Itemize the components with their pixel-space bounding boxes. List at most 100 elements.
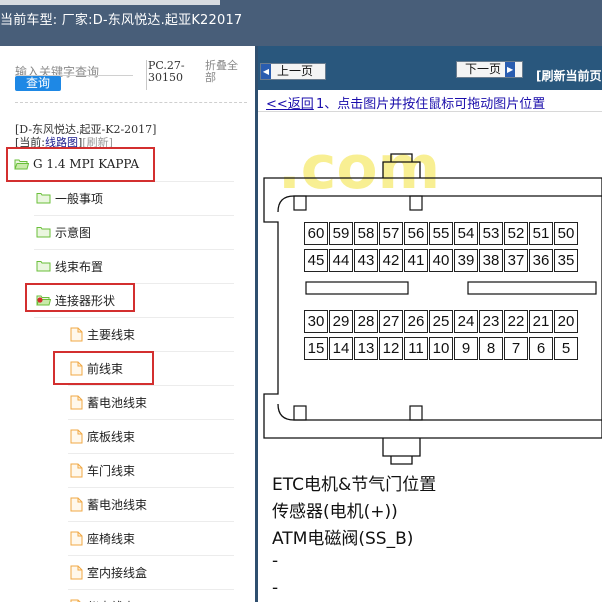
bottom-latch-tab [390,456,413,465]
pin-cell: 54 [454,222,478,245]
pin-cell: 42 [379,249,403,272]
document-icon [70,429,83,444]
lower-middle-key [409,405,423,421]
refresh-current-page-link[interactable]: [刷新当前页 [536,67,602,84]
pin-description-line: - [272,551,279,571]
tree-row-separator [68,521,234,522]
pin-cell: 40 [429,249,453,272]
highlight-box-front-harness [53,351,154,385]
tree-item-label: 线束布置 [55,259,104,274]
collapse-all-link[interactable]: 折叠全部 [205,60,245,84]
pin-cell: 26 [404,310,428,333]
current-model-title: 当前车型: 厂家:D-东风悦达.起亚K22017 [0,13,243,28]
drag-hint: 1、点击图片并按住鼠标可拖动图片位置 [316,97,546,112]
pin-cell: 50 [554,222,578,245]
tree-item-label: 室内接线盒 [87,565,148,580]
folder-icon [36,260,51,272]
pin-cell: 20 [554,310,578,333]
highlight-box-engine [6,147,155,182]
pin-description-line: 传感器(电机(+)) [272,502,398,522]
prev-page-button[interactable]: ◀ 上一页 [260,63,326,80]
tree-item-label: 蓄电池线束 [87,497,148,512]
pin-cell: 38 [479,249,503,272]
left-navigation-panel: 输入关键字查询 查询 PC.27-30150 折叠全部 [D-东风悦达.起亚-K… [0,46,255,602]
pin-cell: 27 [379,310,403,333]
tree-item-label: 示意图 [55,225,92,240]
pin-cell: 24 [454,310,478,333]
housing-inner-bottom [277,403,602,421]
tree-item[interactable]: 主要线束 [70,322,135,346]
document-icon [70,463,83,478]
dashed-divider [15,102,247,103]
pin-cell: 30 [304,310,328,333]
pin-cell: 57 [379,222,403,245]
tree-item[interactable]: 仪表线束 [70,594,135,602]
pin-cell: 44 [329,249,353,272]
diagram-viewer-panel: ◀ 上一页 下一页 ▶ [刷新当前页 <<返回 1、点击图片并按住鼠标可拖动图片… [258,46,602,602]
info-bar: <<返回 1、点击图片并按住鼠标可拖动图片位置 [258,90,602,112]
document-icon [70,395,83,410]
back-link[interactable]: <<返回 [266,93,314,112]
pin-cell: 39 [454,249,478,272]
folder-icon [36,226,51,238]
tree-item[interactable]: 一般事项 [36,186,103,210]
pin-cell: 43 [354,249,378,272]
tree-item[interactable]: 线束布置 [36,254,103,278]
tree-item[interactable]: 示意图 [36,220,91,244]
pin-cell: 28 [354,310,378,333]
pin-cell: 15 [304,337,328,360]
pin-cell: 11 [404,337,428,360]
pin-description-line: ETC电机&节气门位置 [272,475,437,495]
pin-cell: 14 [329,337,353,360]
pin-cell: 12 [379,337,403,360]
tree-row-separator [68,385,234,386]
next-page-button[interactable]: 下一页 ▶ [456,61,523,78]
pin-cell: 35 [554,249,578,272]
next-page-label: 下一页 [465,62,502,76]
pin-cell: 5 [554,337,578,360]
tree-item[interactable]: 座椅线束 [70,526,135,550]
tree-row-separator [68,487,234,488]
document-icon [70,531,83,546]
header-highlight-strip [0,0,220,5]
pin-cell: 7 [504,337,528,360]
separator-bar-right [467,281,597,295]
tree-item[interactable]: 蓄电池线束 [70,492,147,516]
tree-item-label: 车门线束 [87,463,136,478]
tree-row-separator [68,419,234,420]
pin-cell: 59 [329,222,353,245]
tree-item[interactable]: 车门线束 [70,458,135,482]
pin-cell: 13 [354,337,378,360]
pin-cell: 21 [529,310,553,333]
pin-cell: 9 [454,337,478,360]
document-icon [70,565,83,580]
pin-cell: 8 [479,337,503,360]
pin-cell: 41 [404,249,428,272]
pin-cell: 6 [529,337,553,360]
pin-description-line: ATM电磁阀(SS_B) [272,529,414,549]
connector-diagram[interactable]: .com 60 59 58 57 56 55 54 53 52 51 50 45 44 43 42 41 40 3… [258,112,602,602]
tree-item-label: 座椅线束 [87,531,136,546]
toolbar-divider [146,60,147,90]
page-nav-bar: ◀ 上一页 下一页 ▶ [刷新当前页 [258,46,602,90]
top-header-bar: 当前车型: 厂家:D-东风悦达.起亚K22017 [0,0,602,46]
document-icon [70,599,83,602]
pin-cell: 56 [404,222,428,245]
right-arrow-icon: ▶ [505,62,516,77]
highlight-box-connector [25,283,135,312]
document-icon [70,497,83,512]
tree-item-label: 底板线束 [87,429,136,444]
connector-housing-outline [263,177,602,439]
tree-item[interactable]: 底板线束 [70,424,135,448]
pin-cell: 23 [479,310,503,333]
watermark-text: .com [278,133,440,203]
pin-cell: 53 [479,222,503,245]
tree-item[interactable]: 室内接线盒 [70,560,147,584]
query-button[interactable]: 查询 [15,76,61,91]
tree-item[interactable]: 蓄电池线束 [70,390,147,414]
pin-cell: 22 [504,310,528,333]
tree-item-label: 仪表线束 [87,598,135,602]
separator-bar-left [305,281,409,295]
tree-row-separator [34,215,234,216]
tree-item-label: 蓄电池线束 [87,395,148,410]
